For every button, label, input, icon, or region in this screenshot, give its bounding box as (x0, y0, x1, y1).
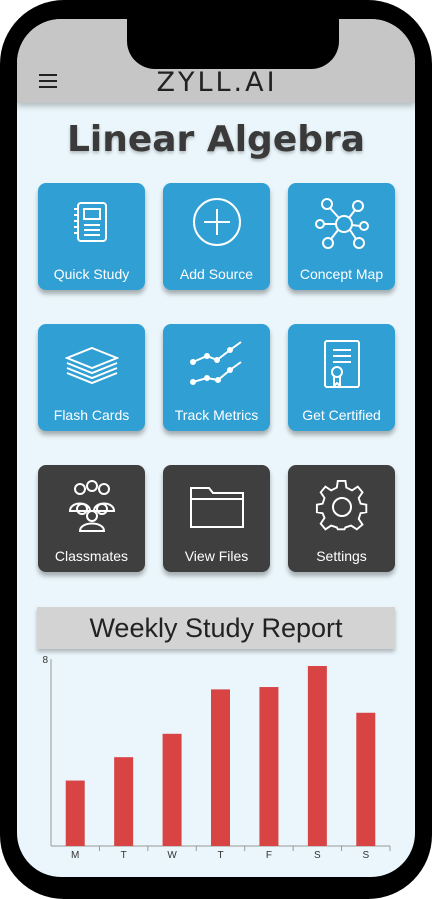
quick-study-button[interactable]: Quick Study (38, 183, 145, 290)
tile-label: Add Source (179, 266, 254, 282)
y-tick-label: 8 (42, 655, 48, 666)
app-screen: ZYLL.AI Linear Algebra Quick Study Add S… (17, 19, 415, 877)
bar (65, 780, 85, 846)
add-source-button[interactable]: Add Source (163, 183, 270, 290)
x-tick-label: F (266, 850, 272, 861)
gear-icon (315, 479, 368, 531)
tile-label: View Files (184, 548, 249, 564)
tile-label: Get Certified (302, 407, 381, 423)
card-stack-icon (65, 346, 119, 385)
classmates-button[interactable]: Classmates (38, 465, 145, 572)
bar (259, 687, 279, 846)
tile-label: Quick Study (53, 266, 130, 282)
tile-label: Settings (316, 548, 367, 564)
bar (211, 689, 230, 846)
certificate-icon (324, 340, 360, 389)
phone-frame: ZYLL.AI Linear Algebra Quick Study Add S… (0, 0, 432, 899)
bar (356, 712, 376, 846)
network-icon (315, 198, 369, 249)
x-tick-label: M (71, 850, 79, 861)
plus-circle-icon (193, 198, 241, 246)
bar (307, 666, 327, 846)
get-certified-button[interactable]: Get Certified (288, 324, 395, 431)
x-tick-label: T (121, 850, 127, 861)
tile-label: Track Metrics (174, 407, 259, 423)
notebook-icon (74, 202, 107, 242)
concept-map-button[interactable]: Concept Map (288, 183, 395, 290)
app-logo: ZYLL.AI (156, 67, 278, 98)
bar (162, 733, 182, 846)
hamburger-menu-icon[interactable] (39, 74, 57, 88)
people-group-icon (68, 480, 116, 532)
bar (114, 757, 134, 846)
settings-button[interactable]: Settings (288, 465, 395, 572)
page-title: Linear Algebra (66, 119, 366, 160)
tile-label: Concept Map (299, 266, 384, 282)
weekly-study-chart: 8 M T W T F S S (42, 655, 391, 861)
weekly-report-header: Weekly Study Report (37, 607, 395, 649)
tile-label: Classmates (54, 548, 129, 564)
line-chart-icon (190, 341, 242, 385)
x-tick-label: S (314, 850, 321, 861)
folder-icon (190, 487, 244, 528)
tile-label: Flash Cards (53, 407, 130, 423)
x-tick-label: S (362, 850, 369, 861)
camera-notch (127, 19, 339, 69)
flash-cards-button[interactable]: Flash Cards (38, 324, 145, 431)
x-tick-label: W (167, 850, 177, 861)
track-metrics-button[interactable]: Track Metrics (163, 324, 270, 431)
view-files-button[interactable]: View Files (163, 465, 270, 572)
x-tick-label: T (217, 850, 223, 861)
